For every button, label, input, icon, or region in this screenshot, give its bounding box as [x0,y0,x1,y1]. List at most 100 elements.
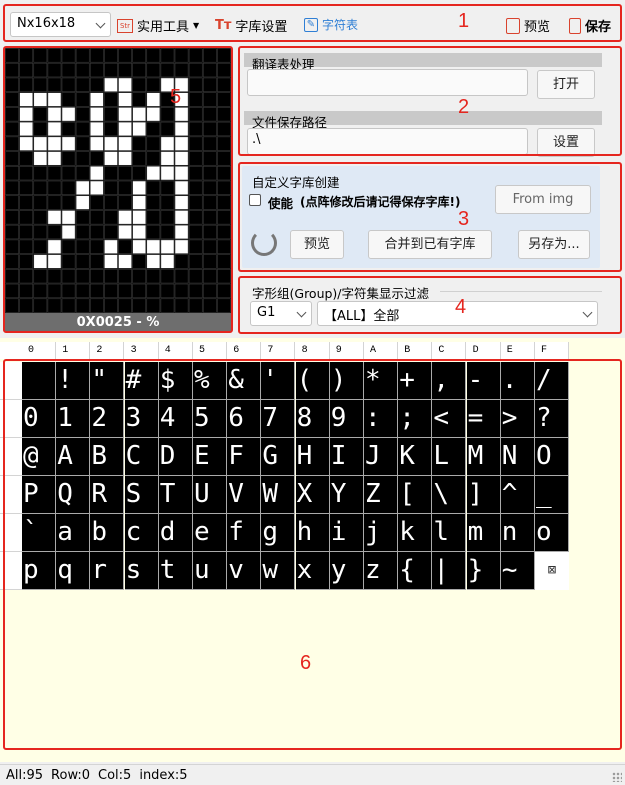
glyph-pixel-on[interactable] [47,107,62,122]
glyph-pixel-off[interactable] [75,269,90,284]
char-cell[interactable]: g [261,514,296,552]
glyph-pixel-off[interactable] [89,283,104,299]
glyph-pixel-off[interactable] [61,48,76,63]
group-select[interactable]: G1 [250,301,312,326]
glyph-pixel-off[interactable] [19,48,34,63]
char-cell[interactable]: 1 [56,400,91,438]
char-cell[interactable]: & [227,362,262,400]
char-cell[interactable]: r [90,552,125,590]
glyph-pixel-off[interactable] [104,269,118,284]
glyph-pixel-off[interactable] [160,121,175,137]
glyph-pixel-on[interactable] [33,151,48,166]
glyph-pixel-off[interactable] [188,210,203,225]
glyph-pixel-off[interactable] [61,62,76,78]
glyph-pixel-on[interactable] [118,210,132,225]
glyph-pixel-off[interactable] [75,121,90,137]
char-cell[interactable]: z [364,552,398,590]
char-cell[interactable]: p [22,552,56,590]
glyph-pixel-off[interactable] [188,151,203,166]
glyph-pixel-on[interactable] [118,107,132,122]
glyph-pixel-off[interactable] [160,283,175,299]
glyph-pixel-on[interactable] [132,224,147,240]
glyph-pixel-off[interactable] [217,62,231,78]
glyph-pixel-off[interactable] [174,283,189,299]
glyph-pixel-off[interactable] [188,224,203,240]
glyph-pixel-off[interactable] [5,210,19,225]
glyph-pixel-off[interactable] [89,254,104,269]
glyph-pixel-on[interactable] [174,239,189,254]
glyph-pixel-on[interactable] [174,136,189,151]
glyph-pixel-off[interactable] [47,48,62,63]
glyph-pixel-on[interactable] [47,254,62,269]
char-cell[interactable]: O [535,438,569,476]
glyph-pixel-off[interactable] [33,48,48,63]
char-cell[interactable]: * [364,362,398,400]
glyph-pixel-off[interactable] [146,195,161,210]
from-img-button[interactable]: From img [495,185,591,214]
glyph-pixel-off[interactable] [104,121,118,137]
char-cell[interactable]: w [261,552,296,590]
glyph-pixel-off[interactable] [146,77,161,92]
glyph-pixel-off[interactable] [104,180,118,196]
char-cell[interactable]: : [364,400,398,438]
glyph-pixel-off[interactable] [5,92,19,107]
char-cell[interactable]: M [466,438,501,476]
char-cell[interactable]: a [56,514,91,552]
glyph-pixel-off[interactable] [202,298,217,313]
char-cell[interactable]: q [56,552,91,590]
glyph-pixel-on[interactable] [132,121,147,137]
glyph-pixel-off[interactable] [132,298,147,313]
char-cell[interactable]: , [432,362,467,400]
glyph-pixel-on[interactable] [104,77,118,92]
char-cell[interactable]: + [398,362,433,400]
glyph-pixel-off[interactable] [89,195,104,210]
char-cell[interactable]: . [500,362,535,400]
glyph-pixel-off[interactable] [47,62,62,78]
glyph-pixel-off[interactable] [5,195,19,210]
glyph-pixel-off[interactable] [188,92,203,107]
char-cell[interactable]: Q [56,476,91,514]
glyph-pixel-off[interactable] [174,269,189,284]
char-cell[interactable]: > [500,400,535,438]
glyph-pixel-off[interactable] [75,92,90,107]
glyph-pixel-on[interactable] [47,210,62,225]
char-cell[interactable]: ? [535,400,569,438]
glyph-pixel-off[interactable] [217,298,231,313]
glyph-pixel-off[interactable] [75,165,90,181]
preview-toolbar-button[interactable]: 预览 [506,16,550,35]
glyph-pixel-on[interactable] [61,107,76,122]
glyph-pixel-off[interactable] [33,77,48,92]
glyph-pixel-on[interactable] [160,136,175,151]
glyph-pixel-on[interactable] [61,224,76,240]
glyph-pixel-off[interactable] [19,210,34,225]
glyph-pixel-off[interactable] [19,298,34,313]
glyph-pixel-off[interactable] [19,62,34,78]
set-path-button[interactable]: 设置 [537,128,595,157]
glyph-pixel-off[interactable] [202,121,217,137]
glyph-pixel-off[interactable] [61,121,76,137]
glyph-pixel-on[interactable] [146,165,161,181]
glyph-pixel-on[interactable] [146,92,161,107]
glyph-pixel-off[interactable] [188,298,203,313]
glyph-pixel-off[interactable] [146,210,161,225]
glyph-pixel-off[interactable] [188,136,203,151]
char-cell[interactable]: 7 [261,400,296,438]
glyph-pixel-on[interactable] [104,151,118,166]
char-cell[interactable] [22,362,56,400]
glyph-pixel-off[interactable] [104,165,118,181]
glyph-pixel-off[interactable] [75,48,90,63]
char-cell[interactable]: { [398,552,433,590]
glyph-pixel-on[interactable] [19,136,34,151]
glyph-pixel-off[interactable] [5,77,19,92]
char-cell[interactable]: u [193,552,227,590]
char-cell[interactable]: ] [466,476,501,514]
glyph-pixel-off[interactable] [118,195,132,210]
glyph-pixel-on[interactable] [132,195,147,210]
glyph-pixel-off[interactable] [75,298,90,313]
glyph-pixel-off[interactable] [188,239,203,254]
glyph-pixel-on[interactable] [118,121,132,137]
glyph-pixel-off[interactable] [61,77,76,92]
glyph-pixel-on[interactable] [160,239,175,254]
glyph-pixel-off[interactable] [104,62,118,78]
glyph-pixel-on[interactable] [174,224,189,240]
